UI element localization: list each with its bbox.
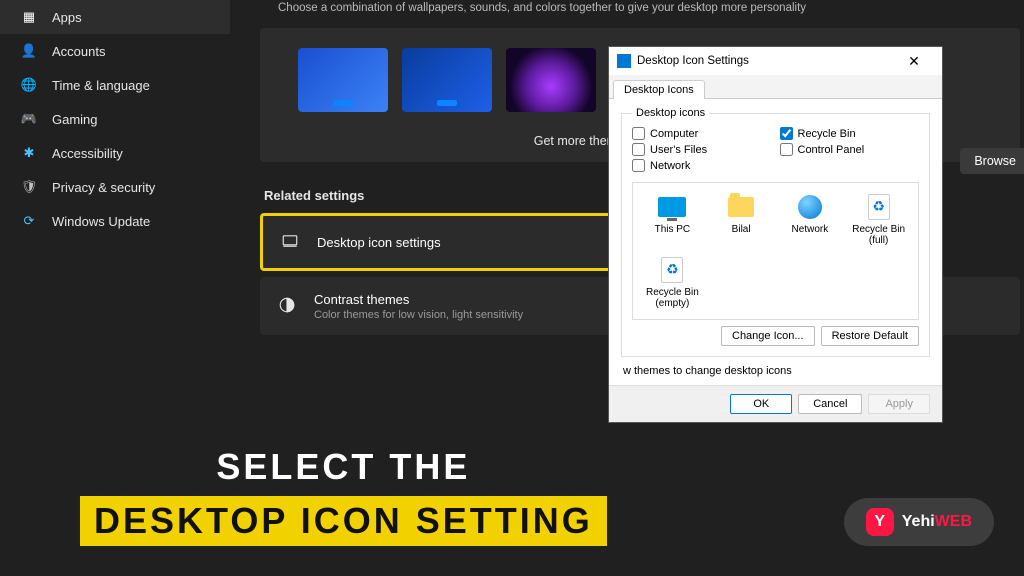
sidebar-item-label: Privacy & security [52,180,155,195]
sidebar-item-windows-update[interactable]: ⟳ Windows Update [0,204,230,238]
themes-subtitle: Choose a combination of wallpapers, soun… [260,0,1024,22]
desktop-icon-settings-dialog: Desktop Icon Settings ✕ Desktop Icons De… [608,46,943,423]
accounts-icon: 👤 [20,42,38,60]
restore-default-button[interactable]: Restore Default [821,326,919,346]
setting-title: Contrast themes [314,292,523,307]
checkbox-control-panel[interactable]: Control Panel [780,143,920,156]
icon-recycle-bin-empty[interactable]: ♻Recycle Bin (empty) [639,252,706,313]
instruction-caption: SELECT THE DESKTOP ICON SETTING [80,446,607,546]
dialog-tab-strip: Desktop Icons [609,75,942,99]
dialog-body: Desktop icons Computer Recycle Bin User'… [609,99,942,385]
apps-icon: ▦ [20,8,38,26]
sidebar-item-label: Gaming [52,112,98,127]
tab-desktop-icons[interactable]: Desktop Icons [613,80,705,99]
privacy-icon: 🛡 [20,178,38,196]
yehiweb-logo: Y YehiWEB [844,498,994,546]
dialog-footer: OK Cancel Apply [609,385,942,422]
ok-button[interactable]: OK [730,394,792,414]
gaming-icon: 🎮 [20,110,38,128]
change-icon-button[interactable]: Change Icon... [721,326,815,346]
accessibility-icon: ✱ [20,144,38,162]
sidebar-item-accounts[interactable]: 👤 Accounts [0,34,230,68]
icon-network[interactable]: Network [777,189,844,250]
theme-thumbnail[interactable] [506,48,596,112]
contrast-icon [278,296,298,316]
caption-line1: SELECT THE [80,446,607,488]
sidebar-item-label: Accounts [52,44,105,59]
recycle-bin-icon: ♻ [661,257,683,283]
caption-line2: DESKTOP ICON SETTING [80,496,607,546]
desktop-icons-fieldset: Desktop icons Computer Recycle Bin User'… [621,107,930,357]
logo-mark: Y [866,508,894,536]
sidebar-item-label: Accessibility [52,146,123,161]
icon-this-pc[interactable]: This PC [639,189,706,250]
checkbox-computer[interactable]: Computer [632,127,772,140]
checkbox-users-files[interactable]: User's Files [632,143,772,156]
time-language-icon: 🌐 [20,76,38,94]
dialog-title: Desktop Icon Settings [637,55,749,67]
globe-icon [798,195,822,219]
sidebar-item-accessibility[interactable]: ✱ Accessibility [0,136,230,170]
sidebar-item-gaming[interactable]: 🎮 Gaming [0,102,230,136]
sidebar-item-label: Windows Update [52,214,150,229]
setting-desc: Color themes for low vision, light sensi… [314,309,523,321]
apply-button[interactable]: Apply [868,394,930,414]
desktop-icon [281,232,301,252]
recycle-bin-icon: ♻ [868,194,890,220]
checkbox-network[interactable]: Network [632,159,772,172]
sidebar-item-privacy[interactable]: 🛡 Privacy & security [0,170,230,204]
monitor-icon [658,197,686,217]
theme-thumbnail[interactable] [402,48,492,112]
dialog-icon [617,54,631,68]
theme-thumbnail[interactable] [298,48,388,112]
sidebar-item-label: Time & language [52,78,150,93]
close-icon[interactable]: ✕ [894,47,934,75]
sidebar-item-label: Apps [52,10,82,25]
sidebar-item-time-language[interactable]: 🌐 Time & language [0,68,230,102]
icon-user-folder[interactable]: Bilal [708,189,775,250]
update-icon: ⟳ [20,212,38,230]
checkbox-recycle-bin[interactable]: Recycle Bin [780,127,920,140]
folder-icon [728,197,754,217]
fieldset-legend: Desktop icons [632,107,709,119]
setting-title: Desktop icon settings [317,235,441,250]
allow-themes-label: w themes to change desktop icons [623,365,930,377]
icon-recycle-bin-full[interactable]: ♻Recycle Bin (full) [845,189,912,250]
logo-text: YehiWEB [902,513,972,531]
cancel-button[interactable]: Cancel [798,394,862,414]
dialog-titlebar[interactable]: Desktop Icon Settings ✕ [609,47,942,75]
browse-button[interactable]: Browse [960,148,1024,174]
sidebar-item-apps[interactable]: ▦ Apps [0,0,230,34]
